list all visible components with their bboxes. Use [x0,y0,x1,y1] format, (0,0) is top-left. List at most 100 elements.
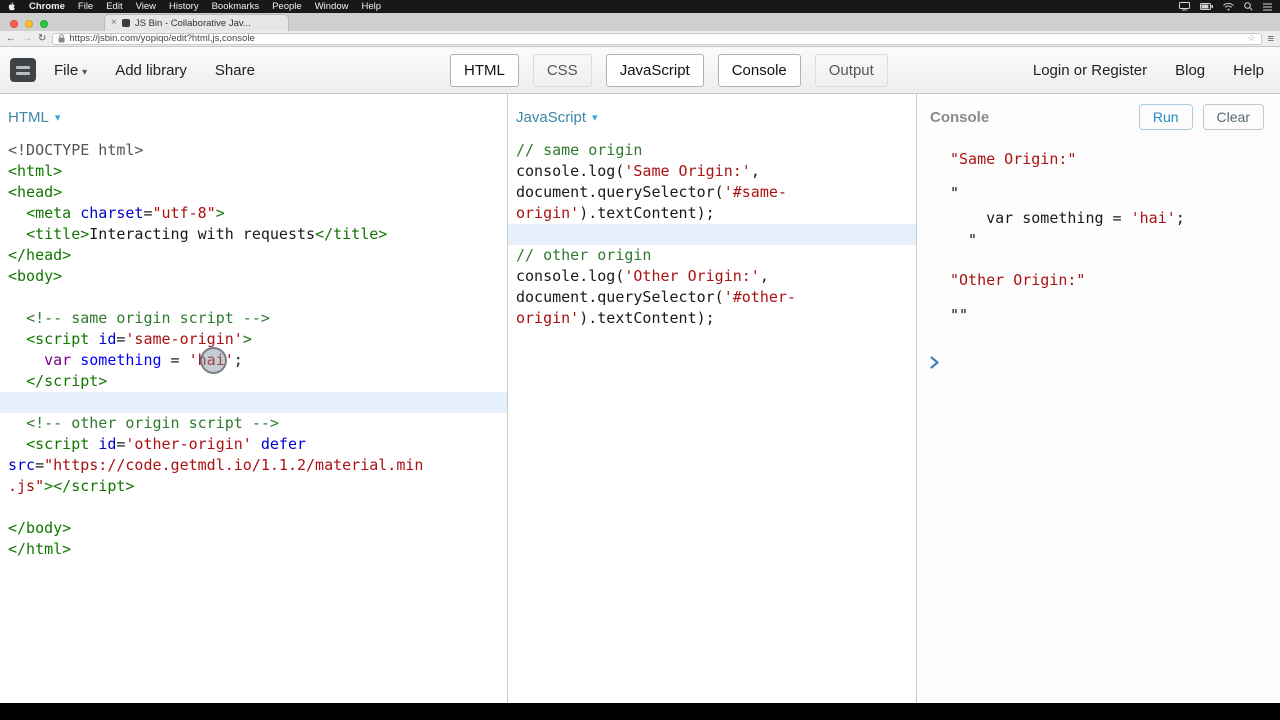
notification-center-icon[interactable] [1263,3,1272,11]
jsbin-toolbar: File ▾ Add library Share HTML CSS JavaScrip… [0,47,1280,94]
menu-item-people[interactable]: People [272,1,302,12]
code-line: <!-- other origin script --> [26,414,279,432]
browser-menu-icon[interactable]: ≡ [1268,33,1274,45]
code-line: .js"></script> [8,477,135,495]
menu-item-file[interactable]: File [78,1,93,12]
screen: Chrome File Edit View History Bookmarks People… [0,0,1280,720]
panel-toggle-group: HTML CSS JavaScript Console Output [450,47,902,94]
panel-toggle-output[interactable]: Output [814,54,888,87]
menu-bar-status-icons [1179,2,1272,11]
console-log-line: "Other Origin:" [950,271,1086,289]
chevron-right-icon [930,356,939,369]
reload-icon[interactable]: ↻ [38,33,46,44]
html-code-editor[interactable]: <!DOCTYPE html> <html> <head> <meta charse… [0,140,507,560]
panel-toggle-css[interactable]: CSS [532,54,592,87]
file-menu[interactable]: File ▾ [54,62,87,79]
code-line [0,392,507,413]
code-line: <!DOCTYPE html> [8,141,144,159]
console-input-prompt[interactable] [917,356,1280,369]
code-line: document.querySelector('#other- [516,288,796,306]
chevron-down-icon: ▾ [82,66,88,78]
tab-close-icon[interactable]: × [111,18,117,28]
menu-item-bookmarks[interactable]: Bookmarks [212,1,260,12]
menu-item-edit[interactable]: Edit [106,1,122,12]
code-line: <script id='same-origin'> [26,330,252,348]
chevron-down-icon[interactable]: ▾ [592,111,598,124]
code-line: </body> [8,519,72,537]
console-log-line: var something = 'hai'; [950,209,1185,227]
code-line: <title>Interacting with requests</title> [26,225,388,243]
menu-item-chrome[interactable]: Chrome [29,1,65,12]
html-panel-title[interactable]: HTML [8,109,49,126]
console-log-line: "Same Origin:" [950,150,1077,168]
menu-item-window[interactable]: Window [315,1,349,12]
bookmark-star-icon[interactable]: ☆ [1248,33,1256,44]
panel-toggle-javascript[interactable]: JavaScript [605,54,704,87]
back-icon[interactable]: ← [6,33,16,44]
code-line: </html> [8,540,72,558]
console-panel-title: Console [930,108,990,126]
html-panel: HTML ▾ <!DOCTYPE html> <html> <head> <meta… [0,94,507,703]
display-icon[interactable] [1179,2,1190,11]
code-line: <!-- same origin script --> [26,309,270,327]
console-output: "Same Origin:" " var something = 'hai'; "… [917,140,1280,369]
html-panel-header: HTML ▾ [0,94,507,140]
window-controls [10,20,48,28]
code-line: </head> [8,246,72,264]
apple-logo-icon[interactable] [8,1,17,12]
menu-item-history[interactable]: History [169,1,199,12]
window-zoom-button[interactable] [40,20,48,28]
add-library-button[interactable]: Add library [115,62,187,79]
spotlight-icon[interactable] [1244,2,1253,11]
javascript-panel-title[interactable]: JavaScript [516,109,586,126]
browser-tab-bar: × JS Bin - Collaborative Jav... [0,13,1280,31]
console-log-line: "" [950,306,969,324]
code-line: <body> [8,267,63,285]
menu-items: Chrome File Edit View History Bookmarks People… [29,1,381,12]
window-close-button[interactable] [10,20,18,28]
editor-panels: HTML ▾ <!DOCTYPE html> <html> <head> <meta… [0,94,1280,703]
code-line: origin').textContent); [516,204,715,222]
forward-icon[interactable]: → [22,33,32,44]
console-log-line: " [950,184,960,202]
jsbin-logo[interactable] [10,58,36,82]
code-line [508,224,916,245]
code-line: var something = 'hai'; [44,351,243,369]
share-button[interactable]: Share [215,62,255,79]
console-log-entries: "Same Origin:" " var something = 'hai'; "… [917,148,1280,326]
login-register-link[interactable]: Login or Register [1033,62,1147,79]
code-line: console.log('Other Origin:', [516,267,769,285]
bottom-letterbox-bar [0,703,1280,720]
run-button[interactable]: Run [1138,104,1193,130]
toolbar-left-group: File ▾ Add library Share [10,58,283,82]
tab-title: JS Bin - Collaborative Jav... [134,17,251,29]
code-line: // same origin [516,141,643,159]
panel-toggle-html[interactable]: HTML [450,54,519,87]
browser-tab[interactable]: × JS Bin - Collaborative Jav... [104,14,289,31]
lock-icon [58,34,65,43]
tab-favicon [121,19,130,27]
help-link[interactable]: Help [1233,62,1264,79]
javascript-panel: JavaScript ▾ // same origin console.log('… [507,94,917,703]
battery-icon[interactable] [1200,3,1213,10]
code-line: </script> [26,372,108,390]
code-line: console.log('Same Origin:', [516,162,760,180]
code-line: <head> [8,183,63,201]
menu-item-view[interactable]: View [136,1,156,12]
code-line: origin').textContent); [516,309,715,327]
window-minimize-button[interactable] [25,20,33,28]
clear-button[interactable]: Clear [1202,104,1264,130]
code-line: document.querySelector('#same- [516,183,787,201]
console-panel: Console Run Clear "Same Origin:" " var so… [917,94,1280,703]
chevron-down-icon[interactable]: ▾ [55,111,61,124]
javascript-code-editor[interactable]: // same origin console.log('Same Origin:'… [508,140,916,329]
menu-item-help[interactable]: Help [361,1,381,12]
blog-link[interactable]: Blog [1175,62,1205,79]
url-field[interactable]: https://jsbin.com/yopiqo/edit?html,js,co… [52,32,1262,45]
console-panel-header: Console Run Clear [917,94,1280,140]
code-line: <html> [8,162,63,180]
wifi-icon[interactable] [1223,2,1234,11]
panel-toggle-console[interactable]: Console [717,54,801,87]
